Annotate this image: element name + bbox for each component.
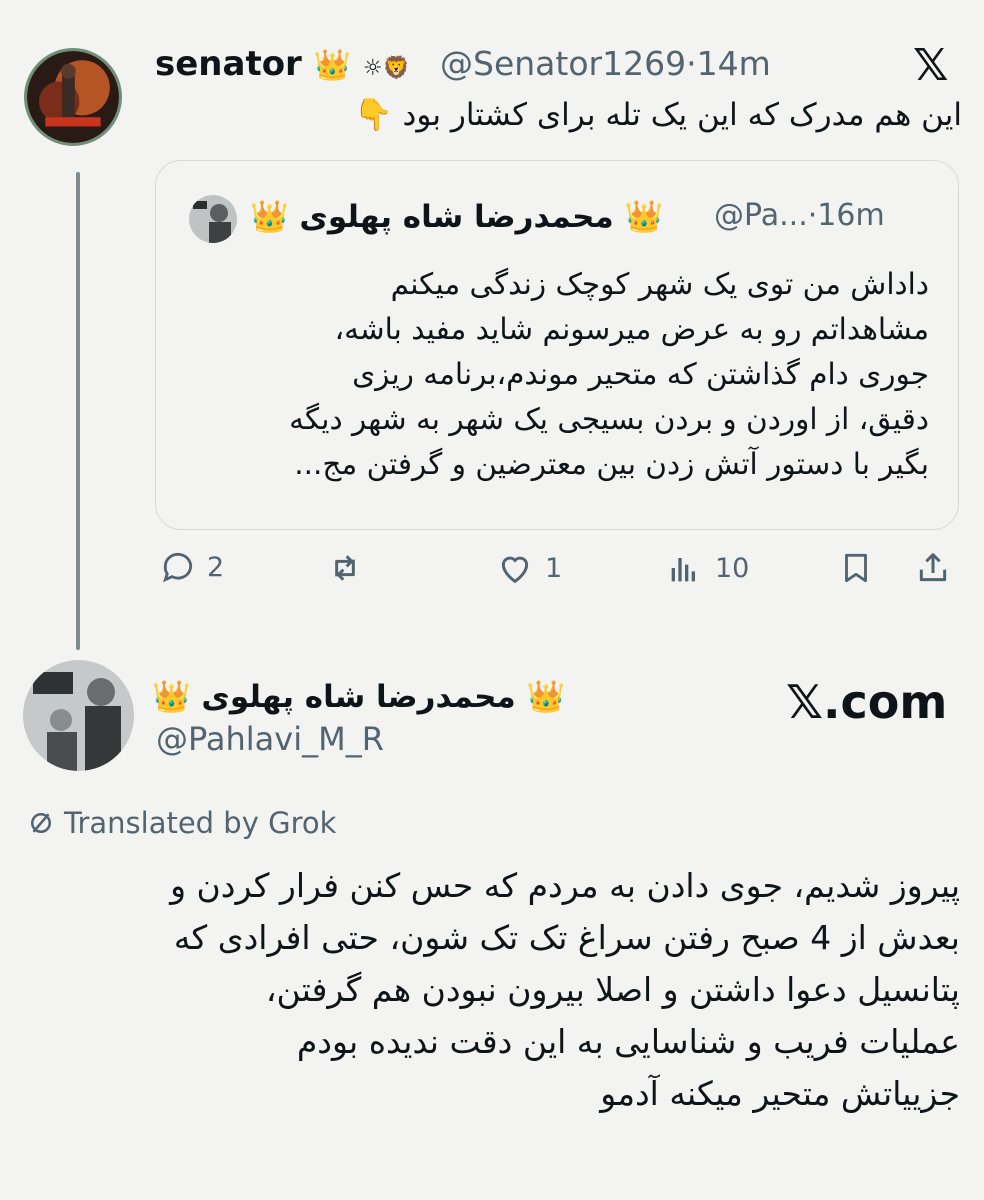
quoted-line: دقیق، از اوردن و بردن بسیجی یک شهر به شه… — [289, 402, 929, 436]
crown-emoji: 👑 — [526, 679, 566, 715]
quoted-line: داداش من توی یک شهر کوچک زندگی میکنم — [390, 267, 929, 301]
quoted-author-name[interactable]: 👑 محمدرضا شاه پهلوی 👑 — [250, 198, 663, 235]
repost-icon — [335, 555, 355, 581]
card-line: بعدش از 4 صبح رفتن سراغ تک تک شون، حتی ا… — [173, 918, 960, 957]
tweet-author-name[interactable]: senator 👑 ☼🦁 — [155, 44, 410, 84]
quoted-avatar[interactable] — [189, 195, 237, 243]
quoted-author-handle[interactable]: @Pa...·16m — [714, 198, 885, 233]
card-text: پیروز شدیم، جوی دادن به مردم که حس کنن ف… — [30, 860, 960, 1120]
reply-count: 2 — [207, 551, 225, 583]
views-count: 10 — [715, 552, 750, 584]
crown-emoji: 👑 — [152, 679, 191, 715]
card-avatar-image — [23, 660, 134, 771]
reply-button[interactable]: 2 — [159, 548, 224, 586]
translate-icon — [31, 813, 51, 833]
tweet-time: 14m — [696, 44, 771, 83]
avatar-senator[interactable] — [24, 48, 122, 146]
translated-by-grok[interactable]: Translated by Grok — [26, 806, 336, 840]
card-line: پتانسیل دعوا داشتن و اصلا بیرون نبودن هم… — [265, 970, 960, 1009]
quoted-avatar-image — [189, 195, 237, 243]
x-logo-icon[interactable]: 𝕏 — [913, 40, 948, 91]
card-line: عملیات فریب و شناسایی به این دقت ندیده ب… — [296, 1022, 960, 1061]
quoted-line: مشاهداتم رو به عرض میرسونم شاید مفید باش… — [334, 312, 929, 346]
like-button[interactable]: 1 — [495, 548, 562, 588]
views-icon — [671, 558, 695, 582]
thread-line — [76, 172, 80, 650]
tweet-author-handle[interactable]: @Senator1269·14m — [440, 44, 771, 83]
like-count: 1 — [545, 552, 563, 584]
quoted-tweet-text: داداش من توی یک شهر کوچک زندگی میکنم مشا… — [169, 262, 929, 487]
sun-lion-emoji: ☼🦁 — [362, 56, 410, 81]
views-button[interactable]: 10 — [665, 548, 749, 588]
card-avatar[interactable] — [23, 660, 134, 771]
crown-emoji: 👑 — [250, 199, 289, 235]
repost-button[interactable] — [325, 548, 375, 588]
card-line: پیروز شدیم، جوی دادن به مردم که حس کنن ف… — [170, 866, 960, 905]
share-button[interactable] — [913, 548, 953, 588]
tweet-text: این هم مدرک که این یک تله برای کشتار بود… — [354, 97, 962, 133]
quoted-line: بگیر با دستور آتش زدن بین معترضین و گرفت… — [294, 447, 929, 481]
translated-label: Translated by Grok — [64, 806, 337, 840]
card-author-handle[interactable]: @Pahlavi_M_R — [156, 720, 384, 758]
quoted-time: 16m — [817, 198, 885, 233]
reply-icon — [162, 552, 193, 583]
quoted-line: جوری دام گذاشتن که متحیر موندم،برنامه ری… — [352, 357, 929, 391]
bookmark-icon — [845, 553, 867, 583]
share-icon — [919, 553, 947, 582]
heart-icon — [501, 556, 529, 584]
tweet-actions: 2 1 10 — [155, 548, 961, 604]
crown-emoji: 👑 — [624, 199, 664, 235]
x-com-logo: 𝕏.com — [786, 675, 948, 729]
crown-emoji: 👑 — [313, 48, 352, 83]
avatar-senator-image — [27, 51, 119, 143]
card-author-name[interactable]: 👑 محمدرضا شاه پهلوی 👑 — [152, 678, 565, 715]
bookmark-button[interactable] — [837, 548, 875, 588]
card-line: جزییاتش متحیر میکنه آدمو — [600, 1074, 960, 1113]
